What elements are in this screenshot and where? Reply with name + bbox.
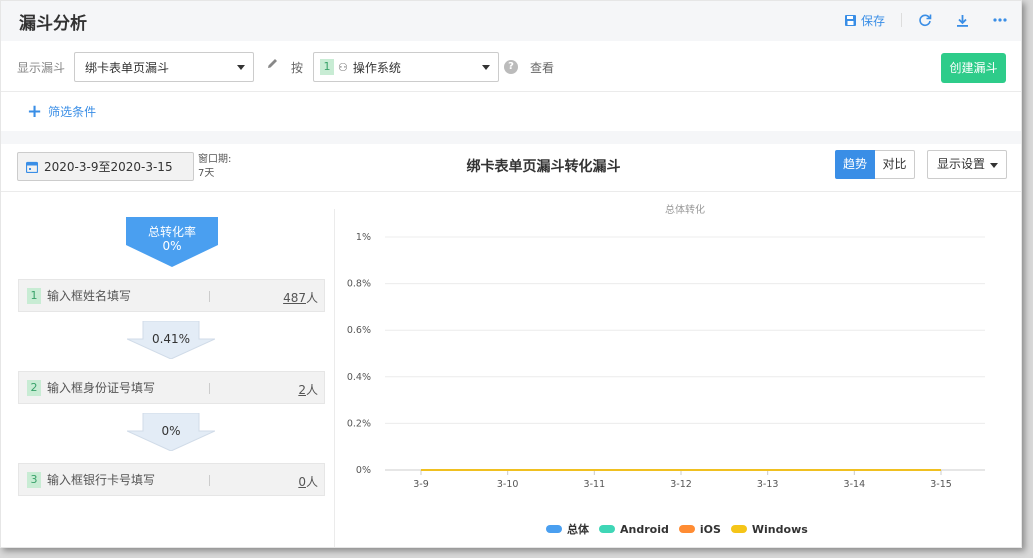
funnel-label: 显示漏斗 — [17, 61, 66, 75]
config-row: 显示漏斗 绑卡表单页漏斗 按 1 ⚇ 操作系统 ? 查看 创建漏斗 — [1, 41, 1021, 91]
x-tick-label: 3-15 — [930, 479, 952, 490]
step-number-badge: 3 — [27, 471, 41, 488]
legend-swatch — [678, 525, 695, 533]
dimension-select-value: 操作系统 — [352, 60, 401, 75]
app-frame: 漏斗分析 保存 显示漏斗 绑卡表单页漏斗 按 1 ⚇ 操作系统 ? 查看 创建漏… — [0, 0, 1022, 548]
step-divider — [209, 383, 210, 394]
legend-swatch — [730, 525, 747, 533]
funnel-step[interactable]: 3 输入框银行卡号填写 0人 — [18, 463, 325, 496]
total-conversion-value: 0% — [162, 239, 182, 253]
filter-label: 筛选条件 — [48, 105, 97, 119]
step-name: 输入框银行卡号填写 — [47, 473, 156, 487]
step-count-unit: 人 — [305, 475, 318, 489]
funnel-step[interactable]: 2 输入框身份证号填写 2人 — [18, 371, 325, 404]
y-tick-label: 0.2% — [347, 418, 371, 429]
step-name: 输入框姓名填写 — [47, 289, 132, 303]
divider — [1, 191, 1021, 192]
step-number-badge: 2 — [27, 379, 41, 396]
step-count-value[interactable]: 487 — [283, 291, 306, 305]
x-tick-label: 3-10 — [497, 479, 519, 490]
help-icon[interactable]: ? — [504, 60, 518, 74]
step-count-unit: 人 — [305, 291, 318, 305]
chart-legend: 总体 Android iOS Windows — [546, 521, 818, 537]
x-tick-label: 3-12 — [670, 479, 692, 490]
trend-tab[interactable]: 趋势 — [835, 150, 875, 179]
step-number-badge: 1 — [27, 287, 41, 304]
step-count[interactable]: 487人 — [283, 289, 318, 306]
divider — [1, 91, 1021, 92]
legend-label: iOS — [699, 522, 721, 536]
y-tick-label: 0.6% — [347, 325, 371, 336]
step-count[interactable]: 0人 — [298, 473, 318, 490]
download-icon[interactable] — [956, 14, 969, 27]
page-title: 漏斗分析 — [19, 14, 87, 34]
view-toggle: 趋势 对比 — [835, 150, 915, 179]
x-tick-label: 3-13 — [757, 479, 779, 490]
display-settings-button[interactable]: 显示设置 — [927, 150, 1007, 179]
chart-title: 总体转化 — [665, 203, 705, 216]
step-conversion-rate: 0% — [161, 424, 181, 438]
total-conversion-label: 总转化率 — [147, 225, 196, 239]
step-count-unit: 人 — [305, 383, 318, 397]
dimension-select[interactable]: 1 ⚇ 操作系统 — [313, 52, 499, 82]
funnel-select-value: 绑卡表单页漏斗 — [85, 60, 170, 75]
legend-label: 总体 — [567, 523, 589, 536]
y-tick-label: 1% — [356, 232, 371, 243]
by-label: 按 — [291, 61, 304, 75]
compare-tab[interactable]: 对比 — [875, 150, 915, 179]
step-conversion-rate: 0.41% — [151, 332, 191, 346]
dimension-type-icon: ⚇ — [338, 60, 348, 74]
plus-icon: + — [27, 100, 43, 122]
create-funnel-button[interactable]: 创建漏斗 — [941, 53, 1006, 83]
header-actions: 保存 — [844, 11, 1007, 29]
more-icon[interactable] — [993, 18, 1007, 22]
legend-label: Windows — [751, 522, 808, 536]
save-button[interactable]: 保存 — [844, 12, 885, 29]
add-filter-button[interactable]: + 筛选条件 — [27, 100, 97, 122]
y-tick-label: 0.8% — [347, 279, 371, 290]
save-label: 保存 — [860, 13, 885, 28]
legend-swatch — [546, 525, 562, 533]
chevron-down-icon — [237, 65, 245, 70]
legend-item[interactable]: 总体 — [546, 521, 589, 537]
header-divider — [901, 13, 902, 27]
step-divider — [209, 291, 210, 302]
dimension-number-badge: 1 — [320, 59, 334, 75]
funnel-select[interactable]: 绑卡表单页漏斗 — [74, 52, 254, 82]
step-divider — [209, 475, 210, 486]
legend-item[interactable]: iOS — [678, 521, 721, 537]
legend-item[interactable]: Windows — [730, 521, 808, 537]
chevron-down-icon — [990, 163, 998, 168]
y-tick-label: 0.4% — [347, 372, 371, 383]
trend-chart: 总体转化 0% 0.2% 0.4% 0.6% 0.8% 1% 3-9 3-10 3-11 3-12 3… — [347, 203, 985, 490]
total-conversion: 总转化率 0% — [126, 225, 218, 253]
view-label: 查看 — [530, 61, 555, 75]
page-header: 漏斗分析 保存 — [1, 1, 1021, 41]
chevron-down-icon — [482, 65, 490, 70]
legend-label: Android — [620, 522, 669, 536]
step-count[interactable]: 2人 — [298, 381, 318, 398]
x-tick-label: 3-14 — [844, 479, 866, 490]
display-settings-label: 显示设置 — [937, 157, 986, 171]
legend-item[interactable]: Android — [599, 521, 669, 537]
step-count-value[interactable]: 0 — [298, 475, 306, 489]
pencil-icon[interactable] — [266, 57, 279, 73]
legend-swatch — [599, 525, 615, 533]
y-tick-label: 0% — [356, 465, 371, 476]
save-icon — [844, 14, 856, 26]
step-name: 输入框身份证号填写 — [47, 381, 156, 395]
funnel-step[interactable]: 1 输入框姓名填写 487人 — [18, 279, 325, 312]
x-tick-label: 3-11 — [584, 479, 606, 490]
x-tick-label: 3-9 — [413, 479, 429, 490]
step-count-value[interactable]: 2 — [298, 383, 306, 397]
refresh-icon[interactable] — [918, 13, 932, 27]
